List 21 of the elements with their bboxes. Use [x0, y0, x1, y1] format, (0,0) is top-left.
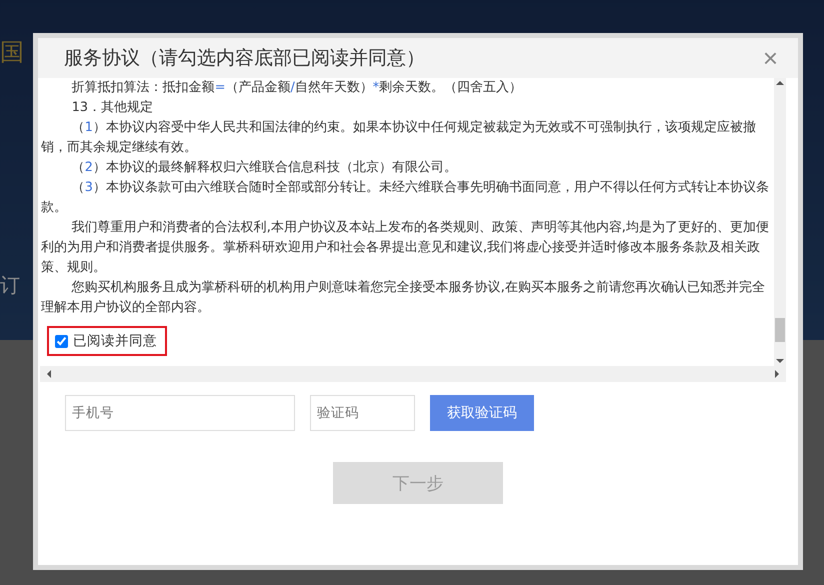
page-text-fragment: 订	[0, 272, 20, 299]
dialog-title: 服务协议（请勾选内容底部已阅读并同意）	[64, 46, 425, 71]
horizontal-scrollbar[interactable]	[40, 366, 786, 382]
agreement-paragraph: （1）本协议内容受中华人民共和国法律的约束。如果本协议中任何规定被裁定为无效或不可强制执行，该项规定应被撤销，而其余规定继续有效。	[41, 119, 757, 157]
agreement-paragraph: 我们尊重用户和消费者的合法权利,本用户协议及本站上发布的各类规则、政策、声明等其他内容,均是为了更好的、更加便利的为用户和消费者提供服务。掌桥科研欢迎用户和社会各界提出意见和建议,我们将虚心接受并适时修改本服务条款及相关政策、规则。	[41, 219, 770, 277]
agree-checkbox[interactable]	[55, 334, 68, 348]
scrollbar-thumb[interactable]	[775, 318, 785, 342]
code-input-field[interactable]: 验证码	[310, 395, 415, 431]
close-button[interactable]: ×	[762, 45, 778, 71]
agreement-paragraph: 折算抵扣算法：抵扣金额=（产品金额/自然年天数）*剩余天数。（四舍五入）	[70, 79, 524, 97]
get-code-button[interactable]: 获取验证码	[430, 395, 534, 431]
agreement-paragraph: （3）本协议条款可由六维联合随时全部或部分转让。未经六维联合事先明确书面同意，用户不得以任何方式转让本协议条款。	[41, 179, 770, 217]
page-heading-fragment: 国	[0, 37, 24, 68]
phone-input-field[interactable]: 手机号	[65, 395, 295, 431]
agreement-paragraph: 您购买机构服务且成为掌桥科研的机构用户则意味着您完全接受本服务协议,在购买本服务之前请您再次确认已知悉并完全理解本用户协议的全部内容。	[41, 279, 766, 317]
agree-label: 已阅读并同意	[73, 332, 157, 350]
agreement-paragraph: 13．其他规定	[70, 99, 154, 117]
scroll-right-icon[interactable]	[775, 370, 779, 378]
agreement-paragraph: （2）本协议的最终解释权归六维联合信息科技（北京）有限公司。	[70, 159, 458, 177]
scroll-left-icon[interactable]	[47, 370, 51, 378]
scroll-up-icon[interactable]	[776, 81, 784, 85]
